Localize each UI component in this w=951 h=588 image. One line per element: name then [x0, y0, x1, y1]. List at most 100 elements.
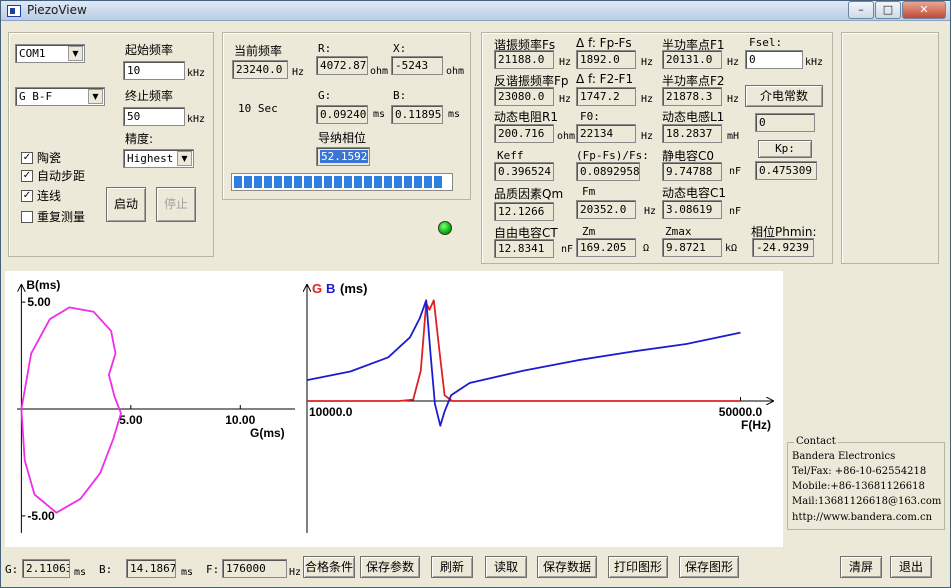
admittance-circle-line [20, 306, 122, 514]
scan-progress-bar [231, 173, 453, 191]
g-tick-label: 10.00 [225, 413, 255, 427]
refresh-button[interactable]: 刷新 [431, 556, 473, 578]
unchecked-box-icon[interactable] [21, 210, 33, 223]
start-freq-unit: kHz [187, 68, 206, 79]
x-unit: ohm [446, 66, 465, 77]
b-axis-label: B(ms) [26, 278, 60, 292]
precision-label: 精度: [125, 132, 154, 146]
qualify-conditions-button[interactable]: 合格条件 [303, 556, 355, 578]
start-freq-input[interactable]: 10 [123, 61, 185, 80]
print-graph-button[interactable]: 打印图形 [608, 556, 668, 578]
zm-field: 169.205 [576, 238, 636, 257]
fp-unit: Hz [559, 94, 572, 105]
check-icon[interactable]: ✓ [21, 151, 33, 164]
check-icon[interactable]: ✓ [21, 189, 33, 202]
fp-field: 23080.0 [494, 87, 554, 106]
progress-segment [364, 176, 372, 188]
r1-field: 200.716 [494, 124, 554, 143]
f0-unit: Hz [641, 131, 654, 142]
chevron-down-icon[interactable]: ▼ [88, 89, 103, 104]
start-button[interactable]: 启动 [106, 187, 146, 222]
auto-step-checkbox[interactable]: ✓ 自动步距 [21, 167, 85, 184]
df1-field: 1892.0 [576, 50, 636, 69]
progress-segment [284, 176, 292, 188]
zmax-field: 9.8721 [662, 238, 722, 257]
chevron-down-icon[interactable]: ▼ [68, 46, 83, 61]
minimize-button[interactable]: – [848, 1, 874, 19]
ceramic-label: 陶瓷 [37, 151, 62, 165]
zm-unit: Ω [643, 243, 650, 254]
close-button[interactable]: ✕ [902, 1, 946, 19]
progress-segment [244, 176, 252, 188]
f2-field: 21878.3 [662, 87, 722, 106]
b-field: 0.11895 [391, 105, 443, 124]
g-unit: ms [373, 109, 386, 120]
repeat-measure-checkbox[interactable]: 重复测量 [21, 208, 85, 225]
repeat-measure-label: 重复测量 [37, 210, 86, 224]
check-icon[interactable]: ✓ [21, 169, 33, 182]
c0-unit: nF [729, 166, 742, 177]
fm-unit: Hz [644, 206, 657, 217]
legend-entry: B [326, 281, 335, 296]
load-button[interactable]: 读取 [485, 556, 527, 578]
b-tick-label: -5.00 [27, 509, 55, 523]
phmin-field: -24.9239 [752, 238, 814, 257]
kp-button[interactable]: Kp: [758, 140, 812, 158]
progress-segment [374, 176, 382, 188]
mode-value: G B-F [19, 90, 53, 103]
exit-button[interactable]: 退出 [890, 556, 932, 578]
contact-mail: Mail:13681126618@163.com [792, 496, 942, 507]
g-label: G: [318, 89, 332, 102]
g-tick-label: 5.00 [119, 413, 143, 427]
precision-value: Highest [127, 152, 174, 165]
progress-segment [434, 176, 442, 188]
f-tick-label: 10000.0 [309, 405, 353, 419]
mode-select[interactable]: G B-F ▼ [15, 87, 105, 106]
b-tick-label: 5.00 [27, 295, 51, 309]
l1-label: 动态电感L1 [662, 110, 725, 124]
current-freq-unit: Hz [292, 67, 305, 78]
port-select[interactable]: COM1 ▼ [15, 44, 85, 63]
save-data-button[interactable]: 保存数据 [537, 556, 597, 578]
fs-field: 21188.0 [494, 50, 554, 69]
chevron-down-icon[interactable]: ▼ [177, 151, 192, 166]
progress-segment [314, 176, 322, 188]
contact-box: Contact Bandera Electronics Tel/Fax: +86… [787, 436, 945, 530]
ratio-label: (Fp-Fs)/Fs: [576, 149, 649, 162]
save-graph-button[interactable]: 保存图形 [679, 556, 739, 578]
dielectric-button[interactable]: 介电常数 [745, 85, 823, 107]
contact-web[interactable]: http://www.bandera.com.cn [792, 512, 932, 523]
r-field: 4072.87 [316, 56, 368, 75]
zmax-label: Zmax [665, 225, 692, 238]
window-title: PiezoView [27, 3, 87, 17]
save-params-button[interactable]: 保存参数 [360, 556, 420, 578]
clear-screen-button[interactable]: 清屏 [840, 556, 882, 578]
stop-button[interactable]: 停止 [156, 187, 196, 222]
ct-field: 12.8341 [494, 239, 554, 258]
progress-segment [414, 176, 422, 188]
ceramic-checkbox[interactable]: ✓ 陶瓷 [21, 149, 61, 166]
bottom-g-unit: ms [74, 567, 87, 578]
connect-lines-label: 连线 [37, 189, 62, 203]
progress-segment [384, 176, 392, 188]
fsel-input[interactable]: 0 [745, 50, 803, 69]
progress-segments [234, 176, 442, 188]
contact-mobile: Mobile:+86-13681126618 [792, 481, 925, 492]
progress-segment [344, 176, 352, 188]
g-field: 0.092403 [316, 105, 368, 124]
end-freq-input[interactable]: 50 [123, 107, 185, 126]
x-label: X: [393, 42, 407, 55]
end-freq-label: 终止频率 [125, 89, 174, 103]
bottom-f-field: 176000 [222, 559, 287, 578]
legend-entry: (ms) [340, 281, 367, 296]
precision-select[interactable]: Highest ▼ [123, 149, 194, 168]
phase-field: 52.1592 [316, 147, 370, 166]
r1-unit: ohm [557, 131, 576, 142]
maximize-button[interactable]: □ [875, 1, 901, 19]
plot-canvas: 5.00 10.005.00-5.00B(ms)G(ms)10000.0 50000… [17, 278, 783, 533]
connect-lines-checkbox[interactable]: ✓ 连线 [21, 187, 61, 204]
progress-segment [354, 176, 362, 188]
fm-label: Fm [582, 185, 596, 198]
bottom-f-unit: Hz [289, 567, 302, 578]
bottom-b-field: 14.1867 [126, 559, 176, 578]
